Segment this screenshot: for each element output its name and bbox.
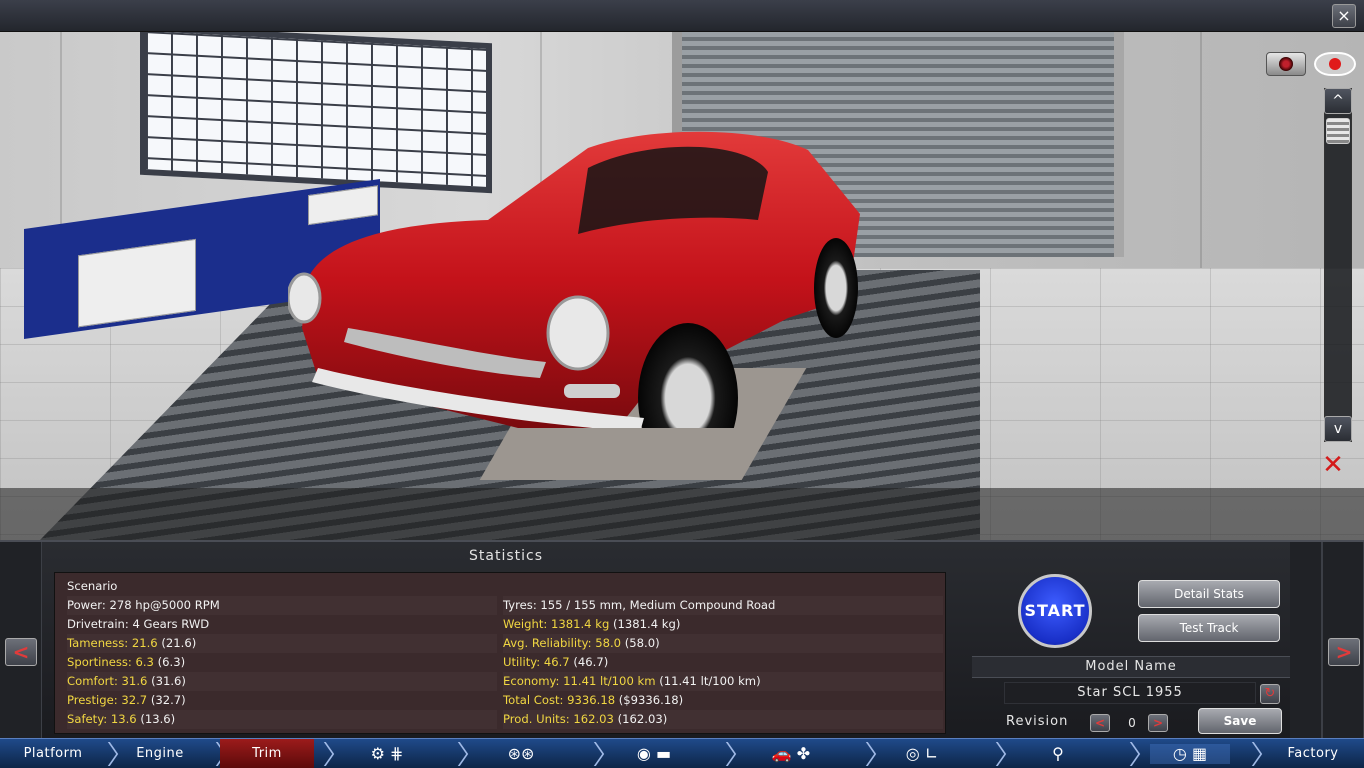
title-bar: × [0,0,1364,32]
stat-row: Safety: 13.6 (13.6) [67,710,497,729]
camera-icon[interactable] [1266,52,1306,76]
stat-row: Scenario [67,577,497,596]
tab-trim[interactable]: Trim [220,739,314,768]
stat-label: Comfort: 31.6 [67,674,148,688]
action-area: START Detail Stats Test Track Model Name… [972,542,1292,740]
stat-base-value: (1381.4 kg) [613,617,681,631]
tab-factory[interactable]: Factory [1262,739,1364,768]
stat-row: Total Cost: 9336.18 ($9336.18) [503,691,943,710]
stat-row: Sportiness: 6.3 (6.3) [67,653,497,672]
stat-base-value: (162.03) [617,712,668,726]
revision-label: Revision [1006,714,1069,729]
stat-row: Prod. Units: 162.03 (162.03) [503,710,943,729]
model-name-input[interactable]: Star SCL 1955 [1004,682,1256,704]
statistics-panel: Scenario Power: 278 hp@5000 RPM Drivetra… [54,572,946,734]
test-track-button[interactable]: Test Track [1138,614,1280,642]
stat-base-value: (6.3) [157,655,186,669]
stat-row: Comfort: 31.6 (31.6) [67,672,497,691]
stat-label: Scenario [67,579,118,593]
stat-row: Prestige: 32.7 (32.7) [67,691,497,710]
stat-label: Tameness: 21.6 [67,636,158,650]
model-name-title: Model Name [972,656,1290,678]
hide-view-icon[interactable]: ✕ [1314,452,1352,478]
stat-row: Weight: 1381.4 kg (1381.4 kg) [503,615,943,634]
stat-label: Prestige: 32.7 [67,693,148,707]
scene-shade [0,488,1364,540]
stat-label: Drivetrain: 4 Gears RWD [67,617,210,631]
start-button[interactable]: START [1018,574,1092,648]
interior-tab-icon[interactable]: ◎ ∟ [890,744,954,764]
close-button[interactable]: × [1332,4,1356,28]
section-tab-bar: Platform Engine Trim ⚙ ⋕ ⊛⊛ ◉ ▬ 🚗 ✤ ◎ ∟ … [0,738,1364,768]
stat-base-value: (46.7) [573,655,609,669]
scroll-down-button[interactable]: v [1324,416,1352,442]
stat-label: Sportiness: 6.3 [67,655,154,669]
stat-row: Drivetrain: 4 Gears RWD [67,615,497,634]
prev-page-button[interactable]: < [5,638,37,666]
stats-left-column: Scenario Power: 278 hp@5000 RPM Drivetra… [67,577,497,729]
stat-label: Safety: 13.6 [67,712,137,726]
stat-row: Economy: 11.41 lt/100 km (11.41 lt/100 k… [503,672,943,691]
stat-label: Weight: 1381.4 kg [503,617,610,631]
car-model [288,131,860,428]
stat-row: Avg. Reliability: 58.0 (58.0) [503,634,943,653]
stat-base-value: (21.6) [161,636,197,650]
fixtures-tab-icon[interactable]: ⚲ [1036,744,1080,764]
suspension-tab-icon[interactable]: ⊛⊛ [486,744,556,764]
stat-label: Power: 278 hp@5000 RPM [67,598,220,612]
stat-base-value: (31.6) [151,674,186,688]
left-nav-column: < [0,542,42,740]
stat-row: Power: 278 hp@5000 RPM [67,596,497,615]
stat-label: Total Cost: 9336.18 [503,693,616,707]
tab-engine[interactable]: Engine [112,739,208,768]
detail-stats-button[interactable]: Detail Stats [1138,580,1280,608]
stat-base-value: (32.7) [150,693,186,707]
revision-value: 0 [1128,716,1136,730]
scroll-thumb[interactable] [1326,118,1350,144]
rear-wheel [814,238,858,338]
revision-prev-button[interactable]: < [1090,714,1110,732]
body-tab-icon[interactable]: 🚗 ✤ [736,744,846,764]
statistics-title: Statistics [469,548,543,564]
scroll-up-button[interactable]: ^ [1324,88,1352,114]
stat-label: Avg. Reliability: 58.0 [503,636,622,650]
bottom-panel: < > Statistics Scenario Power: 278 hp@50… [0,540,1364,740]
save-button[interactable]: Save [1198,708,1282,734]
tab-platform[interactable]: Platform [0,739,106,768]
eye-icon[interactable] [1314,52,1356,76]
stat-row: Tameness: 21.6 (21.6) [67,634,497,653]
chassis-tab-icon[interactable]: ◉ ▬ [618,744,690,764]
stat-row [503,577,943,596]
stat-base-value: (13.6) [140,712,176,726]
car-3d-view[interactable]: ^ v ✕ [0,32,1364,540]
stat-row: Tyres: 155 / 155 mm, Medium Compound Roa… [503,596,943,615]
stats-right-column: Tyres: 155 / 155 mm, Medium Compound Roa… [503,577,943,729]
stat-base-value: (58.0) [624,636,660,650]
stat-base-value: ($9336.18) [618,693,684,707]
stat-row: Utility: 46.7 (46.7) [503,653,943,672]
stat-label: Tyres: 155 / 155 mm, Medium Compound Roa… [503,598,776,612]
right-divider [1290,542,1322,740]
refresh-name-icon[interactable]: ↻ [1260,684,1280,704]
stat-label: Prod. Units: 162.03 [503,712,614,726]
stat-label: Utility: 46.7 [503,655,570,669]
testing-tab-icon[interactable]: ◷ ▦ [1150,744,1230,764]
next-page-button[interactable]: > [1328,638,1360,666]
stat-label: Economy: 11.41 lt/100 km [503,674,656,688]
stat-base-value: (11.41 lt/100 km) [659,674,761,688]
gearbox-tab-icon[interactable]: ⚙ ⋕ [352,744,422,764]
revision-next-button[interactable]: > [1148,714,1168,732]
right-nav-column: > [1322,542,1364,740]
